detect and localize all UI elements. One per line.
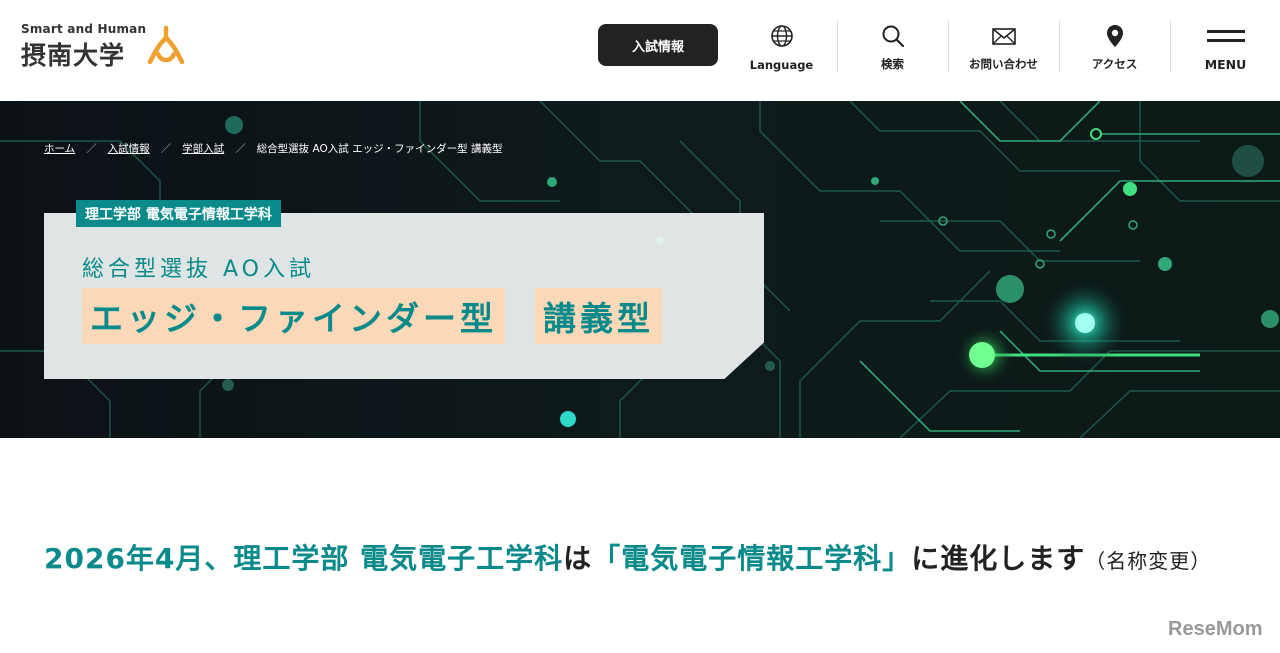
- nav-label: お問い合わせ: [969, 57, 1038, 71]
- headline-evolve: に進化します: [911, 542, 1086, 575]
- nav-access[interactable]: アクセス: [1059, 20, 1170, 72]
- nav-label: アクセス: [1091, 57, 1138, 71]
- breadcrumb-admission-link[interactable]: 入試情報: [108, 141, 150, 156]
- headline-date-dept: 2026年4月、理工学部 電気電子工学科: [44, 542, 564, 575]
- globe-icon: [770, 25, 793, 47]
- nav-label: 検索: [881, 57, 904, 71]
- nav-label: MENU: [1204, 57, 1247, 72]
- hero-subtitle: 総合型選抜 AO入試: [82, 257, 315, 282]
- hero-title-part2: 講義型: [535, 288, 662, 344]
- nav-label: Language: [749, 58, 814, 72]
- hero-title-panel: 総合型選抜 AO入試 エッジ・ファインダー型 講義型: [44, 213, 764, 379]
- logo-mark-icon: [147, 25, 185, 65]
- breadcrumb-current: 総合型選抜 AO入試 エッジ・ファインダー型 講義型: [256, 143, 503, 155]
- hero-banner: ホーム ／ 入試情報 ／ 学部入試 ／ 総合型選抜 AO入試 エッジ・ファインダ…: [0, 101, 1280, 438]
- page-headline: 2026年4月、理工学部 電気電子工学科は「電気電子情報工学科」に進化します（名…: [44, 530, 1244, 590]
- headline-new-dept: 「電気電子情報工学科」: [592, 542, 912, 575]
- nav-language[interactable]: Language: [726, 20, 837, 72]
- mail-icon: [991, 28, 1016, 45]
- logo-name: 摂南大学: [21, 41, 126, 70]
- breadcrumb-home-link[interactable]: ホーム: [44, 141, 75, 156]
- hamburger-icon: [1206, 30, 1245, 42]
- breadcrumb: ホーム ／ 入試情報 ／ 学部入試 ／ 総合型選抜 AO入試 エッジ・ファインダ…: [44, 141, 502, 156]
- logo-tagline: Smart and Human: [21, 22, 147, 36]
- hero-title-part1: エッジ・ファインダー型: [82, 288, 505, 344]
- breadcrumb-separator: ／: [235, 143, 246, 155]
- department-tag: 理工学部 電気電子情報工学科: [76, 200, 281, 227]
- headline-note: （名称変更）: [1085, 549, 1212, 573]
- headline-particle: は: [563, 542, 593, 575]
- admission-info-button[interactable]: 入試情報: [598, 24, 718, 66]
- nav-menu[interactable]: MENU: [1170, 20, 1280, 72]
- nav-contact[interactable]: お問い合わせ: [948, 20, 1059, 72]
- search-icon: [882, 25, 904, 48]
- site-header: Smart and Human 摂南大学 入試情報 Language 検索 お問…: [0, 0, 1280, 101]
- nav-search[interactable]: 検索: [837, 20, 948, 72]
- hero-title: エッジ・ファインダー型 講義型: [82, 288, 662, 344]
- breadcrumb-separator: ／: [86, 143, 97, 155]
- map-pin-icon: [1106, 25, 1123, 47]
- breadcrumb-undergrad-link[interactable]: 学部入試: [182, 141, 224, 156]
- university-logo[interactable]: Smart and Human 摂南大学: [21, 22, 191, 70]
- resemom-watermark: ReseMom: [1168, 618, 1263, 640]
- breadcrumb-separator: ／: [160, 143, 172, 155]
